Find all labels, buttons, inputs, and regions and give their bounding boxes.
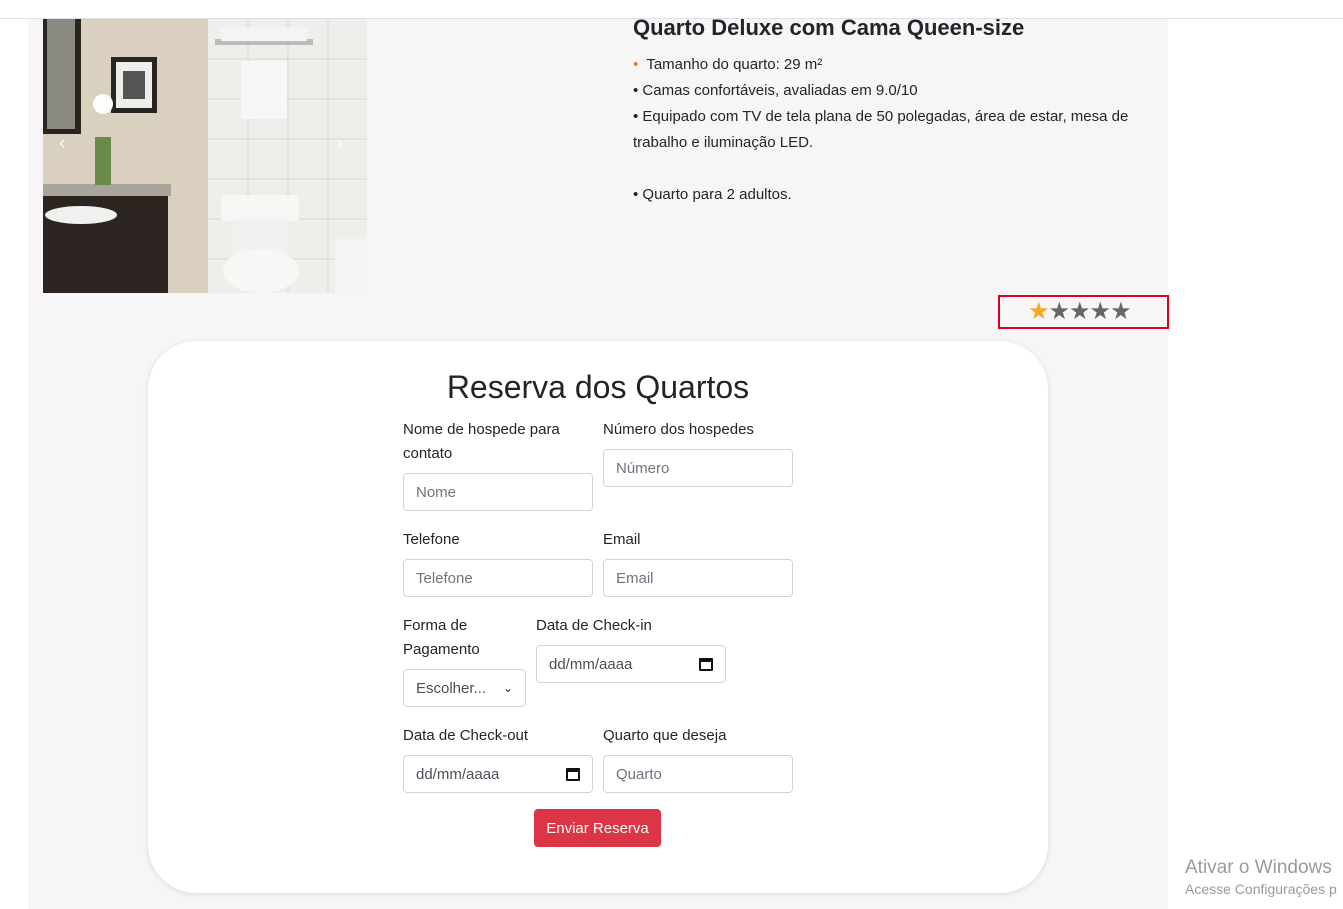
star-3-icon[interactable]: ★ <box>1069 300 1090 324</box>
watermark-subtitle: Acesse Configurações p <box>1185 881 1337 897</box>
checkout-date-input[interactable]: dd/mm/aaaa <box>403 755 593 793</box>
checkin-label: Data de Check-in <box>536 617 652 634</box>
feature-size: • Tamanho do quarto: 29 m² <box>633 56 823 73</box>
room-features: • Tamanho do quarto: 29 m² • Camas confo… <box>633 52 1143 208</box>
feature-capacity: • Quarto para 2 adultos. <box>633 186 792 203</box>
star-2-icon[interactable]: ★ <box>1049 300 1070 324</box>
email-input[interactable]: Email <box>603 559 793 597</box>
star-1-icon[interactable]: ★ <box>1028 300 1049 324</box>
star-4-icon[interactable]: ★ <box>1090 300 1111 324</box>
feature-bullet: • <box>633 56 639 73</box>
room-choice-label: Quarto que deseja <box>603 727 727 744</box>
room-photo: ‹ › <box>43 19 367 293</box>
payment-label: Forma de Pagamento <box>403 617 480 658</box>
booking-card: Reserva dos Quartos Nome de hospede para… <box>148 341 1048 893</box>
star-rating[interactable]: ★ ★ ★ ★ ★ <box>998 295 1169 329</box>
chevron-down-icon: ⌄ <box>502 681 513 695</box>
name-label: Nome de hospede para contato <box>403 421 560 462</box>
windows-activation-watermark: Ativar o Windows Acesse Configurações p <box>1185 857 1337 897</box>
feature-beds: • Camas confortáveis, avaliadas em 9.0/1… <box>633 82 918 99</box>
svg-text:‹: ‹ <box>59 132 66 154</box>
calendar-icon[interactable] <box>566 767 580 781</box>
room-choice-input[interactable]: Quarto <box>603 755 793 793</box>
guests-input[interactable]: Número <box>603 449 793 487</box>
form-title: Reserva dos Quartos <box>446 369 750 405</box>
room-title: Quarto Deluxe com Cama Queen-size <box>633 15 1025 40</box>
phone-label: Telefone <box>403 531 460 548</box>
name-input[interactable]: Nome <box>403 473 593 511</box>
calendar-icon[interactable] <box>699 657 713 671</box>
checkout-label: Data de Check-out <box>403 727 529 744</box>
svg-text:›: › <box>336 132 343 154</box>
submit-booking-button[interactable]: Enviar Reserva <box>534 809 661 847</box>
watermark-title: Ativar o Windows <box>1185 857 1332 878</box>
email-label: Email <box>603 531 641 548</box>
payment-select[interactable]: Escolher... ⌄ <box>403 669 526 707</box>
feature-equipment: • Equipado com TV de tela plana de 50 po… <box>633 108 1129 151</box>
guests-label: Número dos hospedes <box>603 421 754 438</box>
checkin-date-input[interactable]: dd/mm/aaaa <box>536 645 726 683</box>
star-5-icon[interactable]: ★ <box>1110 300 1131 324</box>
phone-input[interactable]: Telefone <box>403 559 593 597</box>
